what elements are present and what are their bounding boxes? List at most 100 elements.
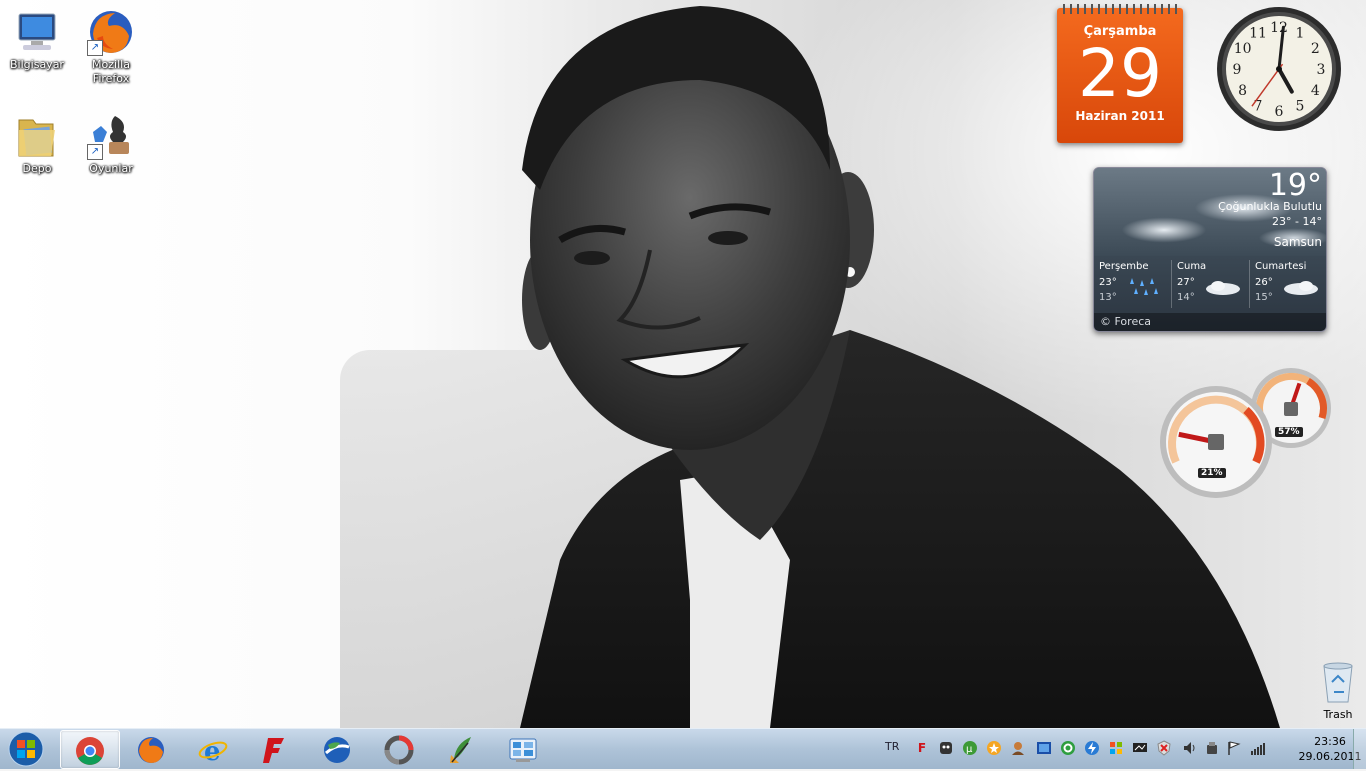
- volume-icon[interactable]: [1182, 740, 1198, 756]
- flashget-icon: [263, 738, 284, 763]
- security-tray-icon[interactable]: [1156, 740, 1172, 756]
- picasa-icon: [384, 735, 414, 765]
- clock-numeral: 5: [1296, 98, 1305, 114]
- firefox-icon: [138, 737, 164, 763]
- desktop-icon-computer[interactable]: Bilgisayar: [0, 8, 74, 72]
- taskbar-app-google-earth[interactable]: [308, 730, 366, 767]
- calendar-binding-rings: [1063, 4, 1177, 14]
- taskbar-app-writer[interactable]: [432, 730, 490, 767]
- forecast-high: 23°: [1099, 277, 1117, 288]
- forecast-high: 26°: [1255, 277, 1273, 288]
- cloud-icon: [1284, 281, 1318, 295]
- clock-numeral: 9: [1233, 62, 1242, 78]
- network-app-tray-icon[interactable]: [1036, 740, 1052, 756]
- forecast-day-name: Cuma: [1177, 261, 1207, 272]
- taskbar: e TR F µ 23:36 29.06.2011: [0, 728, 1366, 769]
- weather-condition: Çoğunlukla Bulutlu: [1218, 200, 1322, 213]
- forecast-day: Cuma 27° 14°: [1171, 260, 1246, 308]
- start-button[interactable]: [3, 731, 49, 767]
- star-tray-icon[interactable]: [986, 740, 1002, 756]
- weather-credit[interactable]: © Foreca: [1100, 315, 1151, 328]
- show-desktop-button[interactable]: [1353, 729, 1366, 769]
- meters-dials: [1160, 368, 1331, 498]
- weather-city: Samsun: [1273, 235, 1322, 249]
- memory-chip-icon: [1284, 402, 1298, 416]
- rain-icon: [1130, 278, 1158, 295]
- system-tray: F µ: [912, 739, 1272, 759]
- language-indicator[interactable]: TR: [885, 740, 899, 753]
- windows-tray-icon[interactable]: [1108, 740, 1124, 756]
- weather-gadget[interactable]: 19° Çoğunlukla Bulutlu 23° - 14° Samsun …: [1093, 167, 1327, 332]
- clock-numeral: 10: [1234, 41, 1252, 57]
- quill-icon: [450, 737, 471, 763]
- clock-numeral: 1: [1296, 26, 1305, 42]
- weather-current-temp: 19°: [1268, 168, 1322, 203]
- forecast-day-name: Perşembe: [1099, 261, 1149, 272]
- network-signal-icon[interactable]: [1250, 740, 1266, 756]
- memory-usage-label: 57%: [1275, 427, 1303, 437]
- clock-numeral: 6: [1275, 104, 1284, 120]
- clock-numeral: 2: [1311, 41, 1320, 57]
- bolt-tray-icon[interactable]: [1084, 740, 1100, 756]
- shortcut-arrow-icon: ↗: [87, 40, 103, 56]
- computer-icon: [13, 8, 61, 56]
- usb-device-icon[interactable]: [1204, 740, 1220, 756]
- taskbar-app-control-panel[interactable]: [494, 730, 552, 767]
- desktop-icon-trash[interactable]: Trash: [1313, 660, 1363, 721]
- clock-face: 12 12 3 45678 9 1011: [1217, 7, 1341, 131]
- windows-logo-icon: [8, 731, 44, 767]
- clock-gadget[interactable]: 12 1 2 3 4 5 6 7 8 9 10 11: [1215, 5, 1343, 133]
- forecast-day-name: Cumartesi: [1255, 261, 1307, 272]
- control-panel-icon: [509, 738, 537, 762]
- action-center-flag-icon[interactable]: [1226, 740, 1242, 756]
- ghost-tray-icon[interactable]: [938, 740, 954, 756]
- cpu-chip-icon: [1208, 434, 1224, 450]
- cloud-icon: [1206, 281, 1240, 295]
- clock-numeral: 3: [1317, 62, 1326, 78]
- desktop-icon-label: Oyunlar: [89, 162, 133, 175]
- forecast-high: 27°: [1177, 277, 1195, 288]
- desktop-icon-firefox[interactable]: ↗ Mozilla Firefox: [74, 8, 148, 86]
- desktop-icon-label: Mozilla Firefox: [92, 58, 130, 85]
- clock-numeral: 11: [1249, 26, 1267, 42]
- utorrent-tray-icon[interactable]: µ: [962, 740, 978, 756]
- cpu-meter-gadget[interactable]: 21% 57%: [1158, 366, 1334, 502]
- weather-forecast: Perşembe 23° 13° Cuma 27° 14° Cumartesi …: [1094, 260, 1326, 310]
- firefox-icon: ↗: [87, 8, 135, 56]
- desktop-icon-label: Trash: [1323, 708, 1353, 721]
- monitor-tray-icon[interactable]: [1132, 740, 1148, 756]
- desktop-icon-label: Bilgisayar: [10, 58, 64, 71]
- taskbar-app-internet-explorer[interactable]: e: [184, 730, 242, 767]
- forecast-day: Cumartesi 26° 15°: [1249, 260, 1324, 308]
- forecast-day: Perşembe 23° 13°: [1094, 260, 1168, 308]
- svg-text:e: e: [204, 737, 221, 765]
- forecast-low: 15°: [1255, 292, 1273, 303]
- taskbar-app-chrome[interactable]: [60, 730, 120, 769]
- messenger-tray-icon[interactable]: [1010, 740, 1026, 756]
- forecast-low: 14°: [1177, 292, 1195, 303]
- sync-tray-icon[interactable]: [1060, 740, 1076, 756]
- cpu-usage-label: 21%: [1198, 468, 1226, 478]
- clock-numeral: 12: [1270, 20, 1288, 36]
- desktop-icon-label: Depo: [22, 162, 52, 175]
- chrome-icon: [76, 737, 104, 765]
- calendar-day-number: 29: [1078, 35, 1162, 112]
- calendar-month-year: Haziran 2011: [1075, 109, 1165, 123]
- clock-numeral: 8: [1238, 83, 1247, 99]
- shortcut-arrow-icon: ↗: [87, 144, 103, 160]
- taskbar-app-flashget[interactable]: [246, 730, 304, 767]
- desktop-icon-games[interactable]: ↗ Oyunlar: [74, 112, 148, 176]
- google-earth-icon: [324, 737, 350, 763]
- flashget-tray-icon[interactable]: F: [914, 740, 930, 756]
- calendar-gadget[interactable]: Çarşamba 29 Haziran 2011: [1057, 4, 1183, 143]
- clock-numeral: 4: [1311, 83, 1320, 99]
- forecast-low: 13°: [1099, 292, 1117, 303]
- svg-text:µ: µ: [966, 744, 973, 755]
- games-icon: ↗: [87, 112, 135, 160]
- taskbar-app-picasa[interactable]: [370, 730, 428, 767]
- folder-icon: [13, 112, 61, 160]
- clock-numeral: 7: [1254, 98, 1263, 114]
- desktop-icon-depo[interactable]: Depo: [0, 112, 74, 176]
- taskbar-app-firefox[interactable]: [122, 730, 180, 767]
- ie-icon: e: [198, 737, 228, 765]
